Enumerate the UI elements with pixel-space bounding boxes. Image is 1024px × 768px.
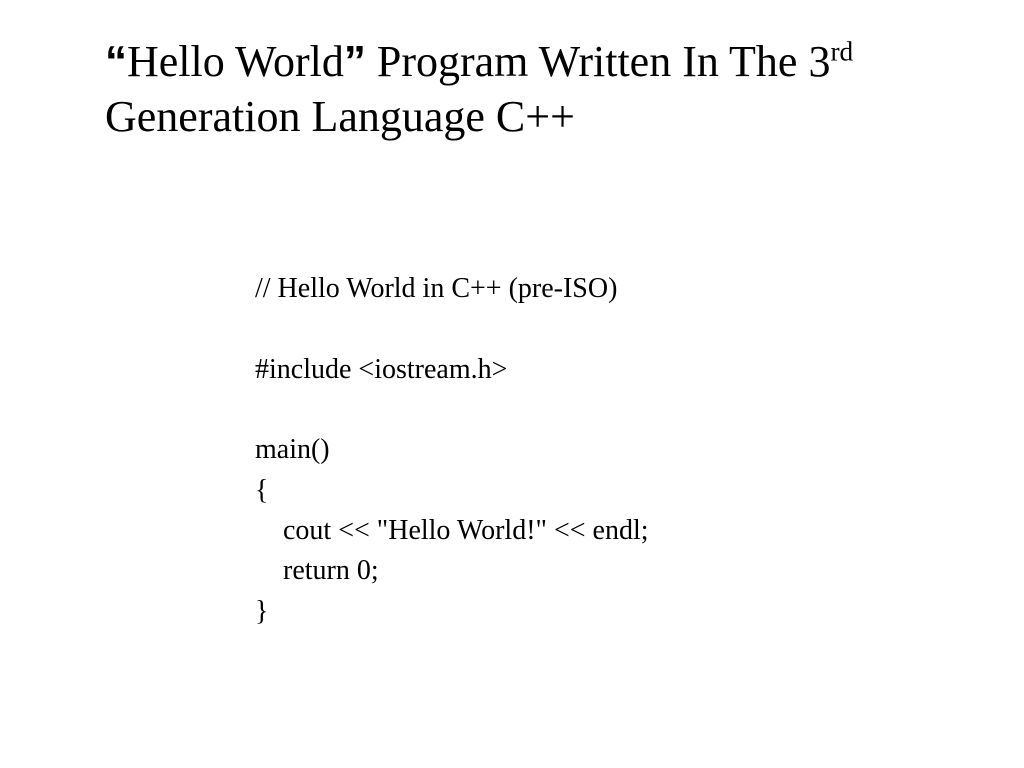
- title-part3: Generation Language C++: [105, 92, 575, 141]
- code-line-5: main(): [255, 434, 330, 465]
- code-line-3: #include <iostream.h>: [255, 354, 507, 385]
- code-line-6: {: [255, 475, 268, 506]
- open-quote: “: [105, 37, 127, 86]
- code-block: // Hello World in C++ (pre-ISO) #include…: [255, 269, 919, 632]
- slide-container: “Hello World” Program Written In The 3rd…: [0, 0, 1024, 632]
- code-line-7: cout << "Hello World!" << endl;: [255, 515, 649, 546]
- code-line-9: }: [255, 596, 268, 627]
- code-line-8: return 0;: [255, 555, 379, 586]
- slide-title: “Hello World” Program Written In The 3rd…: [105, 34, 919, 144]
- title-part1: Hello World: [127, 37, 344, 86]
- title-part2: Program Written In The 3: [366, 37, 831, 86]
- close-quote: ”: [344, 37, 366, 86]
- code-line-1: // Hello World in C++ (pre-ISO): [255, 273, 617, 304]
- title-superscript: rd: [830, 36, 853, 66]
